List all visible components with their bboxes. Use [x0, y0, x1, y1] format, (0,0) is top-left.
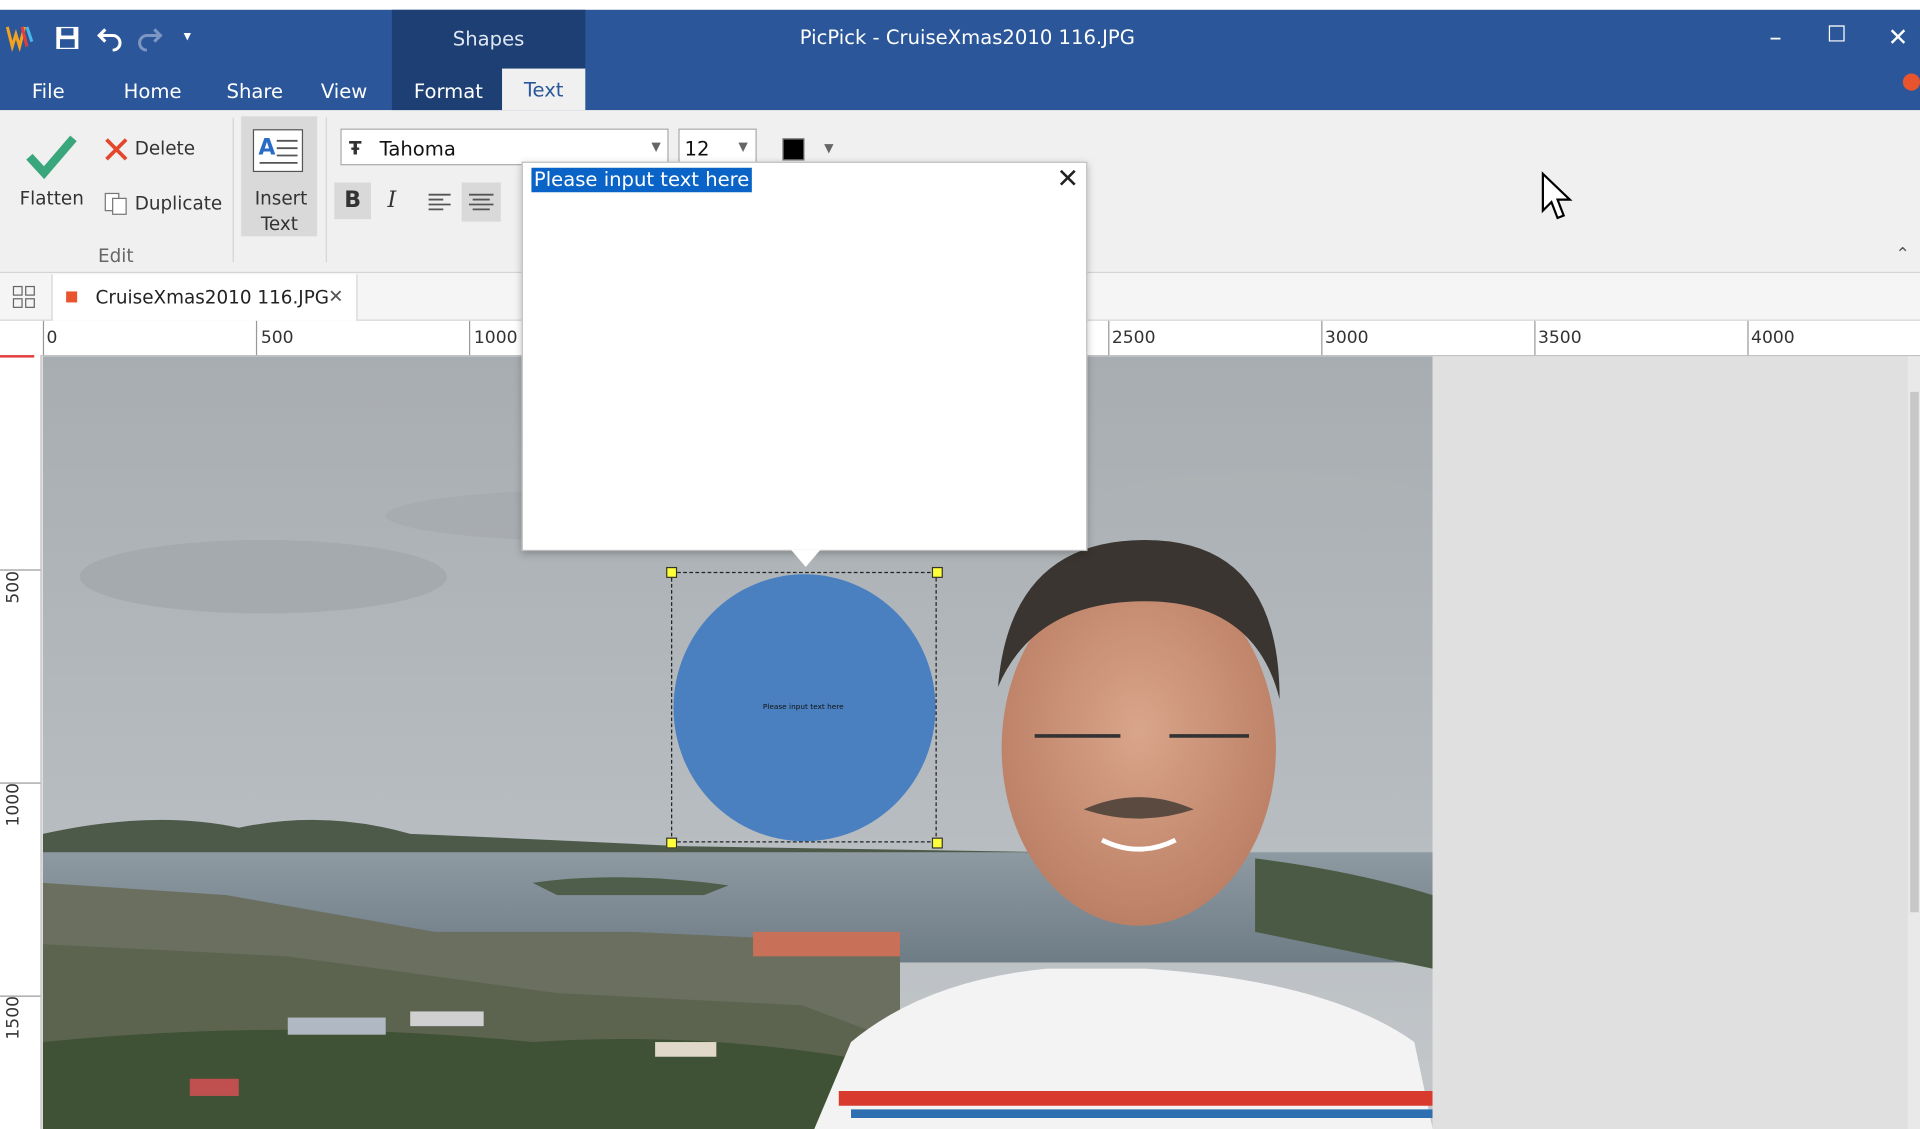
resize-handle[interactable] — [931, 837, 943, 849]
align-center-button[interactable] — [461, 182, 501, 222]
chevron-down-icon[interactable]: ▼ — [738, 141, 747, 154]
picpick-logo-icon[interactable] — [5, 22, 34, 53]
save-icon[interactable] — [54, 24, 81, 51]
insert-text-label-2: Text — [260, 213, 298, 236]
ruler-tick — [42, 320, 45, 356]
close-icon[interactable]: ✕ — [1051, 164, 1085, 195]
duplicate-icon[interactable] — [103, 190, 130, 217]
tab-home[interactable]: Home — [124, 78, 182, 110]
insert-text-icon: A — [252, 129, 304, 173]
align-center-icon — [468, 193, 494, 211]
flatten-label[interactable]: Flatten — [20, 187, 84, 209]
ruler-label: 1000 — [473, 328, 518, 348]
text-input-field[interactable]: Please input text here — [531, 167, 752, 193]
ruler-tick — [1108, 320, 1110, 356]
ruler-label: 500 — [260, 328, 294, 348]
chevron-down-icon[interactable]: ▼ — [651, 141, 660, 154]
heart-icon[interactable] — [1902, 73, 1920, 91]
maximize-icon[interactable]: ☐ — [1812, 22, 1861, 48]
ruler-tick — [1747, 320, 1749, 356]
ruler-label: 4000 — [1751, 328, 1795, 348]
popup-pointer — [791, 549, 821, 567]
ruler-label: 2500 — [1111, 328, 1156, 348]
grid-icon[interactable] — [12, 285, 36, 309]
tab-share[interactable]: Share — [227, 78, 284, 110]
scrollbar-thumb[interactable] — [1910, 391, 1919, 913]
resize-handle[interactable] — [666, 566, 678, 578]
font-size-value: 12 — [684, 137, 710, 161]
ribbon-separator — [232, 117, 234, 263]
ruler-label: 0 — [46, 328, 58, 348]
window-title: PicPick - CruiseXmas2010 116.JPG — [799, 25, 1135, 49]
redo-icon[interactable] — [135, 22, 164, 52]
ruler-tick — [468, 320, 471, 356]
selection-box[interactable] — [671, 571, 937, 843]
text-input-popup[interactable] — [521, 161, 1088, 552]
document-modified-icon — [66, 291, 78, 303]
customize-dropdown-icon[interactable]: ▾ — [184, 27, 204, 47]
ruler-tick — [255, 320, 258, 356]
resize-handle[interactable] — [666, 837, 678, 849]
chevron-down-icon[interactable]: ▼ — [824, 142, 833, 155]
flatten-button[interactable] — [24, 132, 78, 181]
italic-button[interactable]: I — [373, 182, 410, 219]
checkmark-icon — [26, 135, 77, 180]
font-icon: Ŧ — [348, 137, 362, 160]
ruler-label: 1000 — [3, 782, 24, 827]
ruler-tick — [1321, 320, 1323, 356]
svg-text:A: A — [258, 135, 275, 160]
ruler-label: 3500 — [1537, 328, 1582, 348]
minimize-icon[interactable]: – — [1751, 22, 1800, 51]
insert-text-label-1: Insert — [254, 187, 308, 210]
font-name-value: Tahoma — [379, 137, 456, 161]
text-color-swatch[interactable] — [782, 138, 805, 161]
picpick-window: Shapes ▾ PicPick - CruiseXmas2010 116.JP… — [0, 0, 1920, 1129]
delete-icon[interactable] — [103, 136, 130, 163]
ribbon-separator — [325, 117, 327, 263]
undo-icon[interactable] — [96, 22, 125, 52]
resize-handle[interactable] — [931, 566, 943, 578]
tab-view[interactable]: View — [321, 78, 367, 110]
tab-text[interactable]: Text — [502, 68, 586, 111]
edit-group-label: Edit — [97, 244, 134, 267]
ruler-tick — [1534, 320, 1536, 356]
ruler-position-marker — [0, 355, 35, 358]
tab-format[interactable]: Format — [414, 78, 483, 110]
close-icon[interactable]: ✕ — [328, 285, 343, 307]
ruler-label: 3000 — [1324, 328, 1369, 348]
close-icon[interactable]: ✕ — [1873, 22, 1920, 51]
duplicate-button[interactable]: Duplicate — [135, 192, 223, 214]
align-left-icon[interactable] — [424, 186, 456, 218]
ruler-label: 1500 — [3, 995, 24, 1040]
delete-button[interactable]: Delete — [135, 137, 195, 159]
tab-file[interactable]: File — [32, 78, 65, 110]
bold-button[interactable]: B — [334, 182, 372, 220]
mouse-cursor-icon — [1540, 171, 1577, 225]
ruler-label: 500 — [3, 570, 24, 604]
chevron-up-icon[interactable]: ⌃ — [1896, 245, 1910, 265]
context-group-label: Shapes — [452, 26, 525, 51]
document-tab-label[interactable]: CruiseXmas2010 116.JPG — [96, 287, 329, 309]
screen-top-strip — [0, 0, 1920, 10]
